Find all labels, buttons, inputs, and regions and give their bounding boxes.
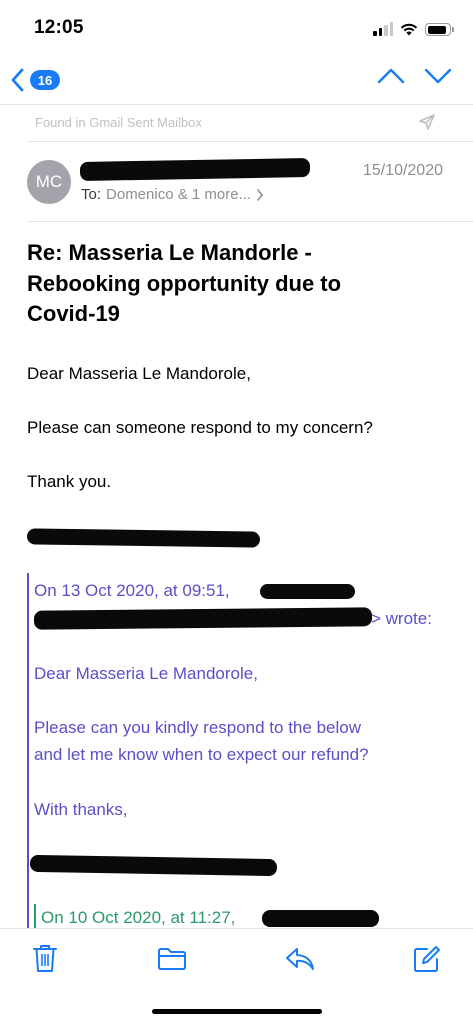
status-time: 12:05 — [34, 17, 84, 38]
redacted-signature — [26, 528, 261, 548]
redacted-sender-name — [79, 157, 311, 182]
folder-icon[interactable] — [157, 947, 187, 971]
previous-message-button[interactable] — [377, 66, 405, 86]
wifi-icon — [400, 23, 418, 36]
recipients: Domenico & 1 more... — [106, 186, 252, 203]
quote-bar — [27, 573, 29, 928]
divider — [27, 221, 473, 222]
redacted-quote-sender — [262, 910, 379, 927]
recipients-line[interactable]: To: Domenico & 1 more... — [81, 186, 264, 203]
quote-line: and let me know when to expect our refun… — [34, 745, 369, 764]
body-thanks: Thank you. — [27, 472, 112, 491]
battery-icon — [425, 23, 454, 36]
back-button[interactable]: 16 — [10, 64, 60, 96]
status-bar: 12:05 — [0, 0, 473, 56]
quote-wrote: > wrote: — [371, 609, 432, 628]
quote-header: On 10 Oct 2020, at 11:27, — [41, 908, 236, 927]
nav-bar: 16 — [0, 56, 473, 104]
mail-message-screen: 12:05 16 Found in Gmail Sent Mailbox MC … — [0, 0, 473, 1024]
signal-icon — [373, 22, 393, 36]
unread-count-badge: 16 — [30, 70, 60, 90]
home-indicator[interactable] — [152, 1009, 322, 1014]
message-subject: Re: Masseria Le Mandorle - Rebooking opp… — [27, 238, 447, 330]
avatar[interactable]: MC — [27, 160, 71, 204]
next-message-button[interactable] — [424, 66, 452, 86]
divider — [0, 104, 473, 105]
quote-line: Please can you kindly respond to the bel… — [34, 718, 361, 737]
quote-signoff: With thanks, — [34, 800, 128, 819]
chevron-right-icon — [257, 188, 264, 201]
trash-icon[interactable] — [33, 943, 57, 973]
body-greeting: Dear Masseria Le Mandorole, — [27, 364, 251, 383]
quote-bar — [34, 904, 36, 928]
compose-icon[interactable] — [413, 945, 441, 973]
status-icons — [373, 20, 454, 36]
redacted-quote-email — [33, 607, 373, 630]
redacted-quote-sender — [260, 584, 355, 599]
chevron-left-icon — [11, 68, 24, 92]
body-question: Please can someone respond to my concern… — [27, 418, 373, 437]
subject-line: Rebooking opportunity due to — [27, 270, 342, 296]
reply-icon[interactable] — [285, 947, 315, 971]
quote-header: On 13 Oct 2020, at 09:51, — [34, 581, 230, 600]
subject-line: Covid-19 — [27, 301, 120, 326]
to-label: To: — [81, 186, 102, 203]
sent-icon — [419, 114, 435, 130]
quote-greeting: Dear Masseria Le Mandorole, — [34, 664, 258, 683]
divider — [27, 141, 473, 142]
subject-line: Re: Masseria Le Mandorle - — [27, 240, 312, 265]
found-in-mailbox-label: Found in Gmail Sent Mailbox — [35, 115, 202, 130]
redacted-quote-signature — [29, 854, 278, 877]
message-date: 15/10/2020 — [362, 162, 443, 179]
